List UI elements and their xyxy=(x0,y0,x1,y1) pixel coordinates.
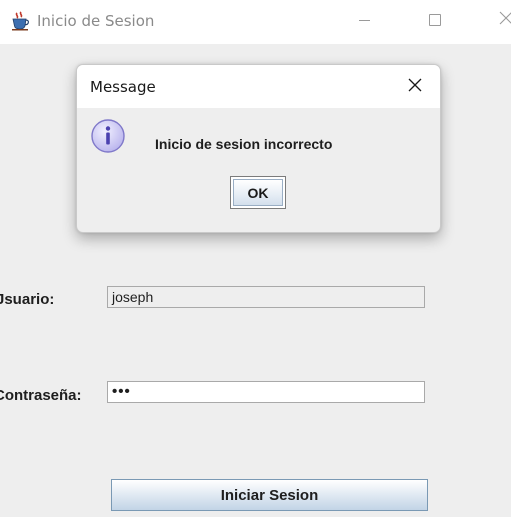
close-icon xyxy=(499,11,511,30)
minimize-icon xyxy=(358,19,370,21)
minimize-button[interactable] xyxy=(341,0,387,40)
login-button[interactable]: Iniciar Sesion xyxy=(111,479,428,511)
dialog-close-button[interactable] xyxy=(402,74,428,100)
info-icon xyxy=(90,118,126,154)
window-close-button[interactable] xyxy=(483,0,511,40)
dialog-title: Message xyxy=(90,78,156,96)
ok-button[interactable]: OK xyxy=(230,176,286,209)
ok-button-face: OK xyxy=(233,179,283,206)
password-label: Contraseña: xyxy=(0,387,82,404)
maximize-button[interactable] xyxy=(412,0,458,40)
login-window: Inicio de Sesion Jsuario: joseph Contras… xyxy=(0,0,511,517)
java-coffee-cup-icon xyxy=(10,11,30,31)
window-title: Inicio de Sesion xyxy=(37,12,155,30)
dialog-message: Inicio de sesion incorrecto xyxy=(155,136,333,152)
window-titlebar[interactable]: Inicio de Sesion xyxy=(0,0,511,44)
username-label: Jsuario: xyxy=(0,291,55,308)
dialog-titlebar[interactable]: Message xyxy=(77,65,440,108)
close-icon xyxy=(408,78,422,97)
ok-button-label: OK xyxy=(247,184,269,201)
maximize-icon xyxy=(429,14,441,26)
login-button-label: Iniciar Sesion xyxy=(220,486,319,504)
message-dialog: Message Inicio de sesion incorrecto OK xyxy=(76,64,441,233)
username-field[interactable]: joseph xyxy=(107,286,425,308)
password-field[interactable]: ••• xyxy=(107,381,425,403)
